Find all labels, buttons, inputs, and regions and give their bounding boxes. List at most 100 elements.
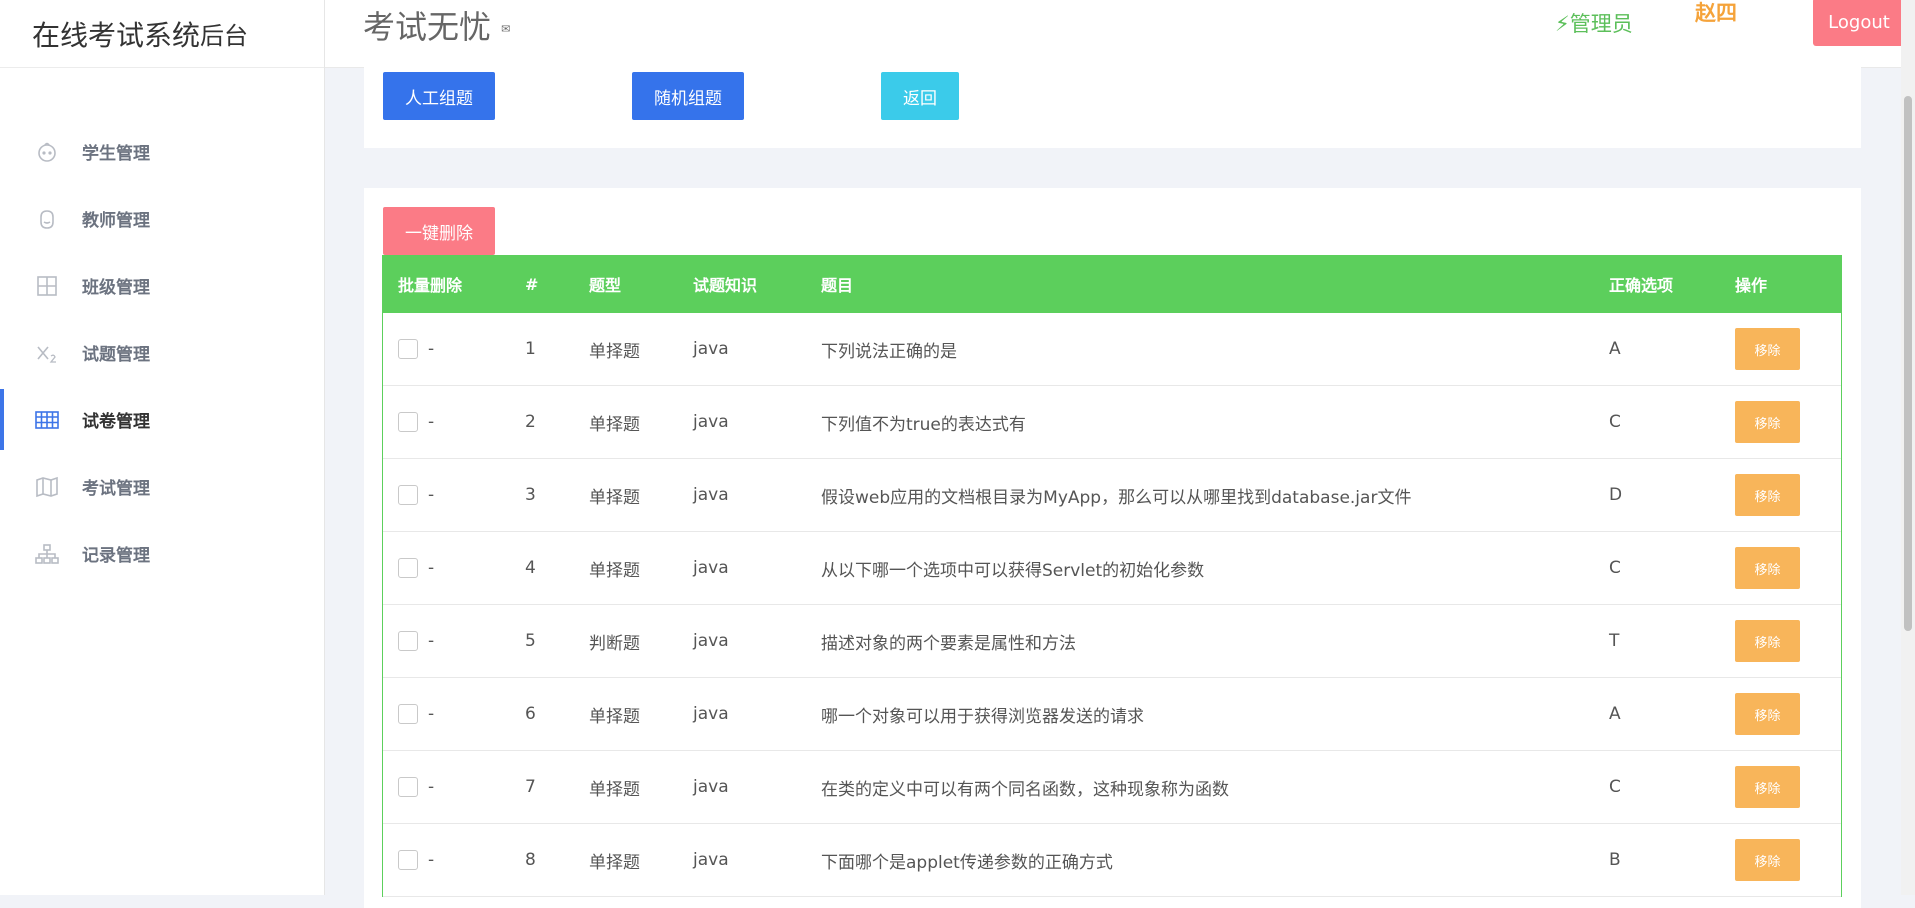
user-role: ⚡管理员	[1555, 8, 1633, 38]
remove-button[interactable]: 移除	[1735, 766, 1800, 808]
row-dash: -	[428, 704, 435, 724]
header-question: 题目	[821, 276, 854, 295]
row-knowledge: java	[693, 631, 729, 651]
row-question: 哪一个对象可以用于获得浏览器发送的请求	[821, 706, 1144, 727]
row-knowledge: java	[693, 850, 729, 870]
logout-button[interactable]: Logout	[1813, 0, 1905, 46]
row-question: 描述对象的两个要素是属性和方法	[821, 633, 1076, 654]
row-type: 单择题	[589, 560, 640, 581]
row-dash: -	[428, 412, 435, 432]
face-icon	[34, 139, 60, 165]
row-num: 2	[525, 412, 536, 432]
sidebar-item-label: 试题管理	[82, 345, 150, 365]
row-answer: A	[1609, 704, 1621, 724]
remove-button[interactable]: 移除	[1735, 474, 1800, 516]
batch-cell: -	[398, 459, 434, 531]
row-type: 单择题	[589, 341, 640, 362]
row-num: 4	[525, 558, 536, 578]
row-type: 判断题	[589, 633, 640, 654]
back-button[interactable]: 返回	[881, 72, 959, 120]
sidebar: 在线考试系统 后台 学生管理 教师管理 班级管理 试题管理 试卷管理 考试管理 …	[0, 0, 325, 895]
top-bar: 考试无忧 ✉ ⚡管理员 赵四 Logout	[325, 0, 1915, 68]
username: 赵四	[1695, 1, 1737, 25]
sidebar-item-questions[interactable]: 试题管理	[0, 319, 324, 386]
table-row: - 7 单择题 java 在类的定义中可以有两个同名函数，这种现象称为函数 C …	[383, 751, 1841, 824]
sidebar-item-students[interactable]: 学生管理	[0, 118, 324, 185]
header-knowledge: 试题知识	[693, 276, 758, 295]
row-num: 8	[525, 850, 536, 870]
batch-cell: -	[398, 313, 434, 385]
random-compose-button[interactable]: 随机组题	[632, 72, 744, 120]
row-checkbox[interactable]	[398, 631, 418, 651]
row-knowledge: java	[693, 777, 729, 797]
row-checkbox[interactable]	[398, 558, 418, 578]
sidebar-item-teachers[interactable]: 教师管理	[0, 185, 324, 252]
row-dash: -	[428, 850, 435, 870]
scrollbar-thumb[interactable]	[1904, 96, 1912, 631]
brand-suffix: 后台	[200, 22, 249, 50]
role-label: 管理员	[1569, 12, 1633, 36]
batch-cell: -	[398, 532, 434, 604]
grid-icon	[34, 273, 60, 299]
delete-all-button[interactable]: 一键删除	[383, 207, 495, 255]
header-num: #	[525, 274, 539, 294]
sidebar-item-classes[interactable]: 班级管理	[0, 252, 324, 319]
sidebar-item-records[interactable]: 记录管理	[0, 520, 324, 587]
sidebar-item-label: 考试管理	[82, 479, 150, 499]
page-title: 考试无忧 ✉	[363, 2, 510, 48]
row-checkbox[interactable]	[398, 704, 418, 724]
sidebar-item-label: 记录管理	[82, 546, 150, 566]
row-type: 单择题	[589, 414, 640, 435]
sidebar-menu: 学生管理 教师管理 班级管理 试题管理 试卷管理 考试管理 记录管理	[0, 118, 324, 587]
row-checkbox[interactable]	[398, 485, 418, 505]
table-icon	[34, 407, 60, 433]
row-knowledge: java	[693, 339, 729, 359]
batch-cell: -	[398, 605, 434, 677]
row-question: 假设web应用的文档根目录为MyApp，那么可以从哪里找到database.ja…	[821, 487, 1412, 508]
row-checkbox[interactable]	[398, 412, 418, 432]
brand-main: 在线考试系统	[32, 18, 201, 52]
row-question: 下列值不为true的表达式有	[821, 414, 1026, 435]
remove-button[interactable]: 移除	[1735, 328, 1800, 370]
action-cell: 移除	[1735, 459, 1800, 531]
row-answer: C	[1609, 412, 1621, 432]
smile-icon	[34, 206, 60, 232]
mail-icon: ✉	[501, 22, 511, 36]
map-icon	[34, 474, 60, 500]
remove-button[interactable]: 移除	[1735, 620, 1800, 662]
remove-button[interactable]: 移除	[1735, 547, 1800, 589]
remove-button[interactable]: 移除	[1735, 693, 1800, 735]
table-row: - 8 单择题 java 下面哪个是applet传递参数的正确方式 B 移除	[383, 824, 1841, 897]
subscript-icon	[34, 340, 60, 366]
manual-compose-button[interactable]: 人工组题	[383, 72, 495, 120]
sidebar-item-label: 试卷管理	[82, 412, 150, 432]
header-action: 操作	[1735, 276, 1768, 295]
remove-button[interactable]: 移除	[1735, 401, 1800, 443]
sidebar-item-papers[interactable]: 试卷管理	[0, 386, 324, 453]
row-checkbox[interactable]	[398, 339, 418, 359]
scrollbar[interactable]	[1901, 0, 1915, 895]
header-batch: 批量删除	[398, 276, 463, 295]
sidebar-item-exams[interactable]: 考试管理	[0, 453, 324, 520]
row-num: 3	[525, 485, 536, 505]
sidebar-item-label: 学生管理	[82, 144, 150, 164]
row-question: 从以下哪一个选项中可以获得Servlet的初始化参数	[821, 560, 1205, 581]
row-answer: T	[1609, 631, 1620, 651]
remove-button[interactable]: 移除	[1735, 839, 1800, 881]
row-checkbox[interactable]	[398, 777, 418, 797]
row-dash: -	[428, 485, 435, 505]
table-row: - 1 单择题 java 下列说法正确的是 A 移除	[383, 313, 1841, 386]
questions-card: 一键删除 批量删除 # 题型 试题知识 题目 正确选项 操作 - 1 单择题 j…	[364, 188, 1861, 908]
table-row: - 3 单择题 java 假设web应用的文档根目录为MyApp，那么可以从哪里…	[383, 459, 1841, 532]
sidebar-item-label: 教师管理	[82, 211, 150, 231]
site-title-text: 考试无忧	[363, 8, 492, 46]
row-knowledge: java	[693, 412, 729, 432]
row-checkbox[interactable]	[398, 850, 418, 870]
row-answer: A	[1609, 339, 1621, 359]
row-dash: -	[428, 777, 435, 797]
header-answer: 正确选项	[1609, 276, 1674, 295]
brand-logo[interactable]: 在线考试系统 后台	[0, 0, 324, 68]
row-answer: C	[1609, 777, 1621, 797]
row-answer: D	[1609, 485, 1623, 505]
row-answer: B	[1609, 850, 1621, 870]
